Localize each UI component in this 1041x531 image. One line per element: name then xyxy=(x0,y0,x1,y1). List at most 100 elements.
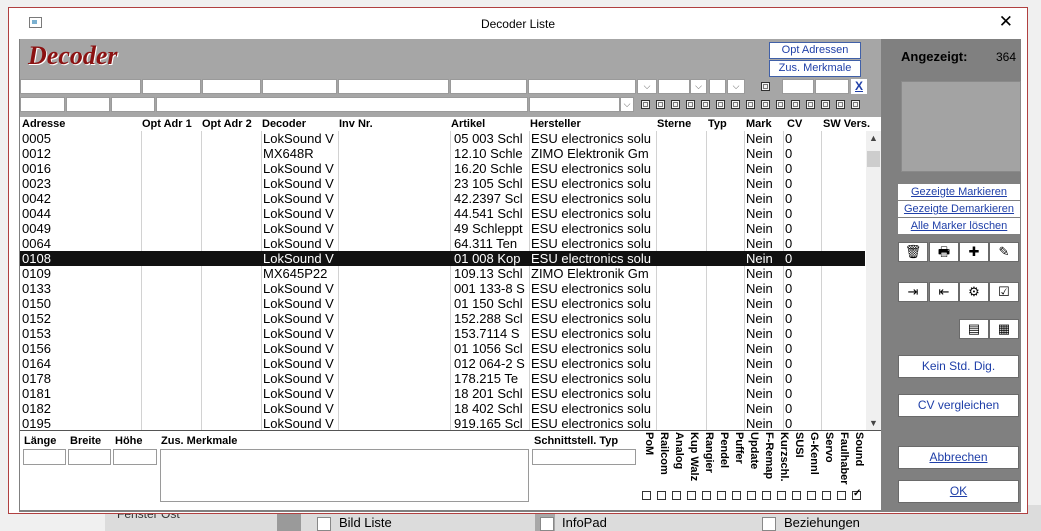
alle-marker-loeschen-button[interactable]: Alle Marker löschen xyxy=(898,218,1020,234)
feature-filter-toggle[interactable] xyxy=(821,100,830,109)
column-header-adresse[interactable]: Adresse xyxy=(22,118,65,130)
new-record-icon[interactable]: ✚ xyxy=(959,242,989,262)
filter-artikel[interactable] xyxy=(450,79,527,94)
feature-checkbox[interactable] xyxy=(777,491,786,500)
table-row[interactable]: 0016 LokSound V 16.20 Schle ESU electronics… xyxy=(20,161,865,176)
feature-filter-toggle[interactable] xyxy=(851,100,860,109)
table-view-icon[interactable]: ▦ xyxy=(989,319,1019,339)
table-row[interactable]: 0153 LokSound V 153.7114 S ESU electronics … xyxy=(20,326,865,341)
feature-filter-toggle[interactable] xyxy=(701,100,710,109)
feature-checkbox[interactable] xyxy=(687,491,696,500)
filter-hersteller[interactable] xyxy=(528,79,636,94)
table-row[interactable]: 0012 MX648R 12.10 Schle ZIMO Elektronik Gm N… xyxy=(20,146,865,161)
filter-adresse[interactable] xyxy=(20,79,141,94)
table-scrollbar[interactable]: ▲ ▼ xyxy=(866,131,881,430)
form-view-icon[interactable]: ▤ xyxy=(959,319,989,339)
column-header-inv-nr[interactable]: Inv Nr. xyxy=(339,118,373,130)
feature-checkbox[interactable] xyxy=(642,491,651,500)
table-row[interactable]: 0181 LokSound V 18 201 Schl ESU electronics… xyxy=(20,386,865,401)
filter2-zus-merkmale[interactable] xyxy=(156,97,528,112)
column-header-mark[interactable]: Mark xyxy=(746,118,772,130)
column-header-artikel[interactable]: Artikel xyxy=(451,118,485,130)
gezeigte-markieren-button[interactable]: Gezeigte Markieren xyxy=(898,184,1020,200)
table-row[interactable]: 0195 LokSound V 919.165 Scl ESU electronics… xyxy=(20,416,865,431)
column-header-opt-adr-1[interactable]: Opt Adr 1 xyxy=(142,118,192,130)
filter-sterne[interactable] xyxy=(658,79,690,94)
table-row[interactable]: 0133 LokSound V 001 133-8 S ESU electronics… xyxy=(20,281,865,296)
hoehe-input[interactable] xyxy=(113,449,157,465)
feature-filter-toggle[interactable] xyxy=(761,100,770,109)
feature-checkbox[interactable] xyxy=(657,491,666,500)
filter-mark-toggle[interactable] xyxy=(761,82,770,91)
export-icon[interactable]: ⇥ xyxy=(898,282,928,302)
feature-filter-toggle[interactable] xyxy=(716,100,725,109)
feature-filter-toggle[interactable] xyxy=(656,100,665,109)
clear-filters-button[interactable]: X xyxy=(851,79,867,94)
filter2-field-2[interactable] xyxy=(66,97,110,112)
filter2-field-3[interactable] xyxy=(111,97,155,112)
laenge-input[interactable] xyxy=(23,449,66,465)
filter-inv-nr[interactable] xyxy=(338,79,449,94)
feature-filter-toggle[interactable] xyxy=(791,100,800,109)
feature-checkbox[interactable] xyxy=(732,491,741,500)
column-header-sw-vers[interactable]: SW Vers. xyxy=(823,118,870,130)
filter2-field-1[interactable] xyxy=(20,97,65,112)
table-row[interactable]: 0164 LokSound V 012 064-2 S ESU electronics… xyxy=(20,356,865,371)
delete-trash-icon[interactable]: 🗑 xyxy=(898,242,928,262)
feature-filter-toggle[interactable] xyxy=(686,100,695,109)
feature-checkbox[interactable] xyxy=(762,491,771,500)
table-row[interactable]: 0064 LokSound V 64.311 Ten ESU electronics … xyxy=(20,236,865,251)
print-icon[interactable]: 🖶 xyxy=(929,242,959,262)
import-icon[interactable]: ⇤ xyxy=(929,282,959,302)
table-row[interactable]: 0005 LokSound V 05 003 Schl ESU electronics… xyxy=(20,131,865,146)
checkbox-select-icon[interactable]: ☑ xyxy=(989,282,1019,302)
filter-sterne-chevron-icon[interactable]: ⌵ xyxy=(690,79,707,94)
feature-checkbox[interactable] xyxy=(807,491,816,500)
table-row[interactable]: 0109 MX645P22 109.13 Schl ZIMO Elektronik G… xyxy=(20,266,865,281)
feature-checkbox[interactable] xyxy=(837,491,846,500)
scroll-up-icon[interactable]: ▲ xyxy=(866,133,881,143)
table-row[interactable]: 0178 LokSound V 178.215 Te ESU electronics … xyxy=(20,371,865,386)
column-header-sterne[interactable]: Sterne xyxy=(657,118,691,130)
feature-filter-toggle[interactable] xyxy=(776,100,785,109)
feature-filter-toggle[interactable] xyxy=(671,100,680,109)
feature-checkbox[interactable] xyxy=(822,491,831,500)
zus-merkmale-textarea[interactable] xyxy=(160,449,529,502)
filter-typ-chevron-icon[interactable]: ⌵ xyxy=(727,79,745,94)
feature-checkbox[interactable] xyxy=(747,491,756,500)
table-row[interactable]: 0023 LokSound V 23 105 Schl ESU electronics… xyxy=(20,176,865,191)
kein-std-dig-button[interactable]: Kein Std. Dig. xyxy=(898,355,1019,378)
table-row[interactable]: 0156 LokSound V 01 1056 Scl ESU electronics… xyxy=(20,341,865,356)
feature-checkbox[interactable] xyxy=(702,491,711,500)
scroll-down-icon[interactable]: ▼ xyxy=(866,418,881,428)
table-row[interactable]: 0150 LokSound V 01 150 Schl ESU electronics… xyxy=(20,296,865,311)
zus-merkmale-tab[interactable]: Zus. Merkmale xyxy=(769,60,861,77)
table-row[interactable]: 0108 LokSound V 01 008 Kop ESU electronics … xyxy=(20,251,865,266)
filter-opt-adr-2[interactable] xyxy=(202,79,261,94)
table-row[interactable]: 0042 LokSound V 42.2397 Scl ESU electronics… xyxy=(20,191,865,206)
close-icon[interactable]: ✕ xyxy=(999,12,1013,32)
abbrechen-button[interactable]: Abbrechen xyxy=(898,446,1019,469)
column-header-typ[interactable]: Typ xyxy=(708,118,727,130)
column-header-hersteller[interactable]: Hersteller xyxy=(530,118,581,130)
ok-button[interactable]: OK xyxy=(898,480,1019,503)
filter-typ[interactable] xyxy=(709,79,726,94)
cv-vergleichen-button[interactable]: CV vergleichen xyxy=(898,394,1019,417)
filter2-schnittstelle[interactable] xyxy=(529,97,620,112)
table-row[interactable]: 0152 LokSound V 152.288 Scl ESU electronics… xyxy=(20,311,865,326)
breite-input[interactable] xyxy=(68,449,111,465)
feature-checkbox[interactable] xyxy=(672,491,681,500)
table-row[interactable]: 0182 LokSound V 18 402 Schl ESU electronics… xyxy=(20,401,865,416)
feature-checkbox[interactable] xyxy=(852,488,861,500)
gezeigte-demarkieren-button[interactable]: Gezeigte Demarkieren xyxy=(898,201,1020,217)
feature-filter-toggle[interactable] xyxy=(746,100,755,109)
feature-checkbox[interactable] xyxy=(792,491,801,500)
filter-sw-vers[interactable] xyxy=(815,79,849,94)
filter-hersteller-dropdown-chevron-icon[interactable]: ⌵ xyxy=(637,79,657,94)
table-row[interactable]: 0044 LokSound V 44.541 Schl ESU electronics… xyxy=(20,206,865,221)
feature-filter-toggle[interactable] xyxy=(806,100,815,109)
column-header-opt-adr-2[interactable]: Opt Adr 2 xyxy=(202,118,252,130)
filter-opt-adr-1[interactable] xyxy=(142,79,201,94)
filter-cv[interactable] xyxy=(782,79,814,94)
filter-decoder[interactable] xyxy=(262,79,337,94)
